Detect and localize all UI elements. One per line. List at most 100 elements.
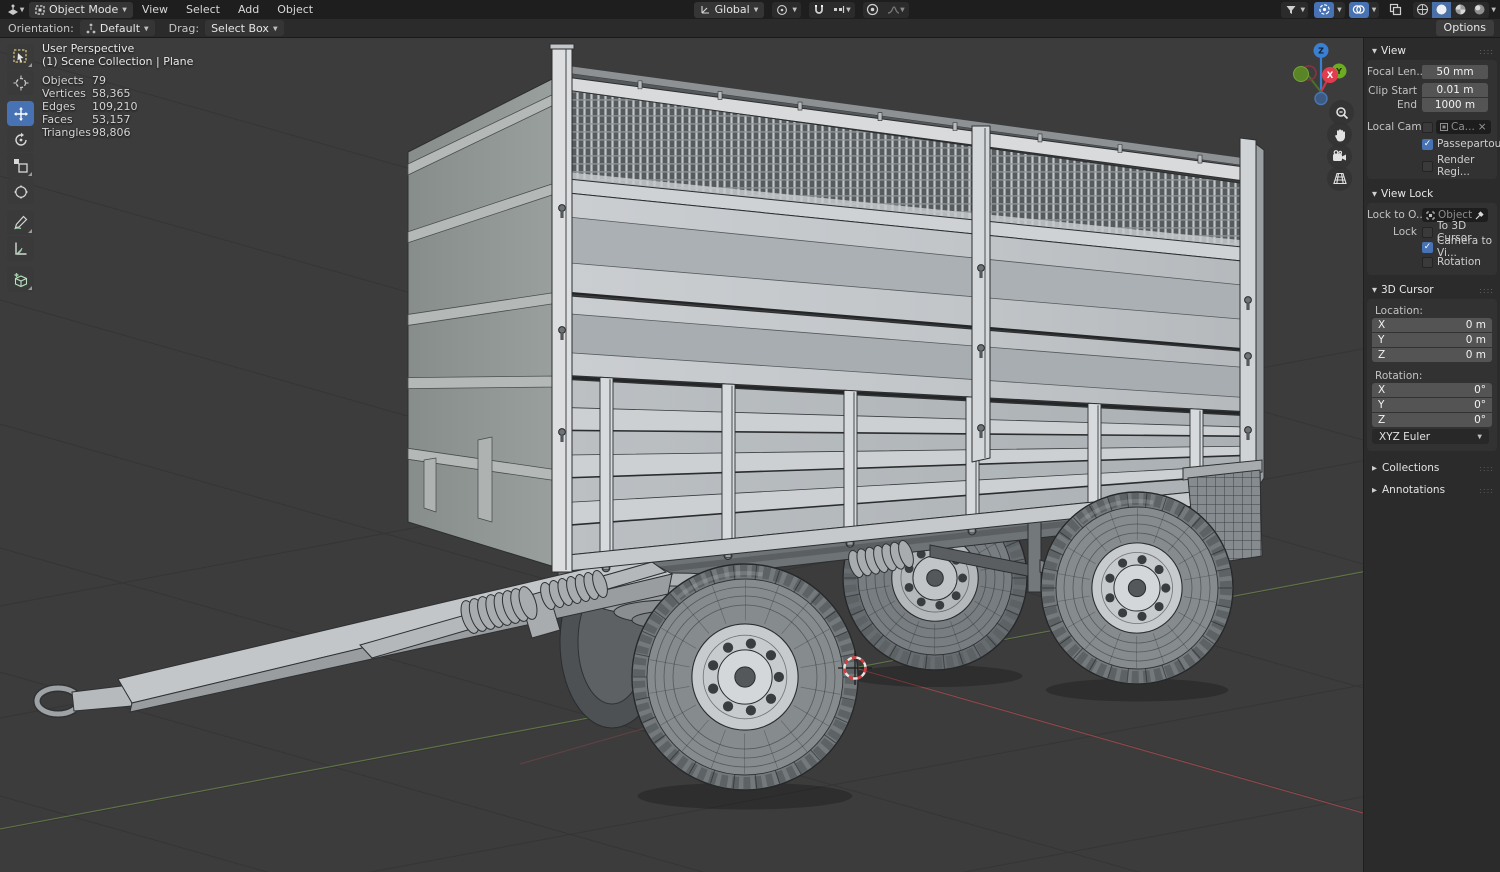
gizmo-x-label: X [1327, 71, 1334, 81]
shading-rendered-button[interactable] [1470, 2, 1489, 18]
gizmo-axis-neg-z[interactable] [1315, 93, 1327, 105]
clip-end-label: End [1367, 99, 1422, 111]
add-cube-icon [13, 272, 29, 288]
gizmo-axis-neg-y[interactable] [1294, 67, 1309, 82]
tool-annotate[interactable] [7, 210, 34, 235]
editor-type-button[interactable]: ▼ [5, 2, 25, 18]
falloff-curve-icon [887, 4, 900, 15]
orientation-value: Global [715, 3, 750, 16]
wireframe-icon [1416, 3, 1429, 16]
visibility-filter-dropdown[interactable]: ▼ [1281, 2, 1309, 18]
cursor-location-z[interactable]: Z0 m [1372, 348, 1492, 362]
camera-icon [1332, 150, 1347, 163]
tool-scale[interactable] [7, 153, 34, 178]
3d-viewport[interactable]: User Perspective (1) Scene Collection | … [0, 38, 1500, 872]
clear-camera-button[interactable]: × [1478, 121, 1487, 133]
tool-settings-bar: Orientation: Default ▼ Drag: Select Box … [0, 19, 1500, 38]
rotation-mode-dropdown[interactable]: XYZ Euler▼ [1372, 429, 1489, 444]
lock-rotation-checkbox[interactable] [1422, 257, 1433, 268]
tool-orientation-value: Default [100, 22, 140, 35]
snap-settings-dropdown[interactable]: ▼ [829, 2, 855, 18]
tool-add-cube[interactable] [7, 267, 34, 292]
pivot-point-dropdown[interactable]: ▼ [772, 2, 801, 18]
menu-object[interactable]: Object [268, 3, 322, 16]
scale-icon [13, 158, 28, 173]
gizmo-dropdown-caret[interactable]: ▼ [1334, 7, 1345, 14]
xray-icon [1389, 3, 1402, 16]
options-button[interactable]: Options [1436, 20, 1494, 36]
viewport-header: ▼ Object Mode ▼ View Select Add Object G… [0, 0, 1500, 19]
magnet-icon [813, 4, 825, 16]
lock-to-object-label: Lock to O... [1367, 209, 1422, 221]
snap-toggle[interactable] [809, 2, 829, 18]
snap-controls[interactable]: ▼ [809, 2, 855, 18]
menu-add[interactable]: Add [229, 3, 268, 16]
focal-length-field[interactable]: 50 mm [1422, 65, 1488, 79]
to-3d-cursor-checkbox[interactable] [1422, 227, 1433, 238]
xray-toggle[interactable] [1385, 2, 1405, 18]
shading-mode-group [1413, 2, 1489, 18]
gizmo-icon [1318, 3, 1331, 16]
panel-drag-grip[interactable]: :::: [1479, 464, 1494, 473]
shading-material-button[interactable] [1451, 2, 1470, 18]
cursor-rotation-x[interactable]: X0° [1372, 383, 1492, 397]
annotations-panel-header[interactable]: ▶Annotations :::: [1364, 479, 1500, 501]
render-region-checkbox[interactable] [1422, 161, 1433, 172]
cursor-rotation-z[interactable]: Z0° [1372, 413, 1492, 427]
show-overlays-toggle[interactable] [1349, 2, 1369, 18]
panel-drag-grip[interactable]: :::: [1479, 47, 1494, 56]
navigation-gizmo[interactable]: Z Y X [1290, 42, 1354, 106]
local-camera-field[interactable]: Ca... × [1436, 120, 1491, 134]
cursor-rotation-y[interactable]: Y0° [1372, 398, 1492, 412]
panel-drag-grip[interactable]: :::: [1479, 286, 1494, 295]
clip-end-field[interactable]: 1000 m [1422, 98, 1488, 112]
tool-cursor[interactable] [7, 70, 34, 95]
lock-rotation-label: Rotation [1437, 256, 1481, 268]
eyedropper-icon[interactable] [1475, 211, 1484, 220]
panel-drag-grip[interactable]: :::: [1479, 486, 1494, 495]
drag-dropdown[interactable]: Select Box ▼ [205, 20, 284, 36]
menu-select[interactable]: Select [177, 3, 229, 16]
passepartout-checkbox[interactable]: ✓ [1422, 139, 1433, 150]
shading-wireframe-button[interactable] [1413, 2, 1432, 18]
view-panel-header[interactable]: ▼View :::: [1364, 42, 1500, 60]
tool-rotate[interactable] [7, 127, 34, 152]
object-data-icon [1426, 211, 1435, 220]
tool-measure[interactable] [7, 236, 34, 261]
cursor-location-x[interactable]: X0 m [1372, 318, 1492, 332]
3d-cursor-panel-body: Location: X0 m Y0 m Z0 m Rotation: X0° Y… [1367, 299, 1497, 451]
collections-panel-header[interactable]: ▶Collections :::: [1364, 457, 1500, 479]
sidebar-n-panel: ▼View :::: Focal Len... 50 mm Clip Start… [1363, 38, 1500, 872]
local-camera-checkbox[interactable] [1422, 122, 1433, 133]
view-panel-body: Focal Len... 50 mm Clip Start 0.01 m 100… [1367, 60, 1497, 179]
transform-orientation-dropdown[interactable]: Global ▼ [694, 2, 765, 18]
proportional-falloff-dropdown[interactable]: ▼ [883, 2, 909, 18]
object-mode-icon [35, 5, 45, 15]
tool-orientation-dropdown[interactable]: Default ▼ [80, 20, 155, 36]
proportional-editing-toggle[interactable] [863, 2, 883, 18]
shading-dropdown-caret[interactable]: ▼ [1491, 7, 1496, 14]
clip-start-field[interactable]: 0.01 m [1422, 83, 1488, 97]
shading-solid-button[interactable] [1432, 2, 1451, 18]
show-gizmo-toggle[interactable] [1314, 2, 1334, 18]
toggle-orthographic-button[interactable] [1327, 166, 1352, 191]
3d-cursor-panel-header[interactable]: ▼3D Cursor :::: [1364, 281, 1500, 299]
measure-icon [13, 241, 28, 256]
tool-transform[interactable] [7, 179, 34, 204]
tool-move[interactable] [7, 101, 34, 126]
tool-shelf [7, 44, 35, 293]
material-preview-icon [1454, 3, 1467, 16]
overlays-dropdown-caret[interactable]: ▼ [1369, 7, 1380, 14]
move-icon [13, 106, 29, 122]
mode-dropdown[interactable]: Object Mode ▼ [29, 2, 133, 18]
rendered-icon [1473, 3, 1486, 16]
solid-icon [1435, 3, 1448, 16]
camera-to-view-checkbox[interactable]: ✓ [1422, 242, 1433, 253]
drag-value: Select Box [211, 22, 269, 35]
cursor-location-y[interactable]: Y0 m [1372, 333, 1492, 347]
view-lock-panel-header[interactable]: ▼View Lock [1364, 185, 1500, 203]
orientation-caret: ▼ [754, 7, 759, 14]
menu-view[interactable]: View [133, 3, 177, 16]
render-region-label: Render Regi... [1437, 154, 1493, 178]
tool-select-box[interactable] [7, 44, 34, 69]
